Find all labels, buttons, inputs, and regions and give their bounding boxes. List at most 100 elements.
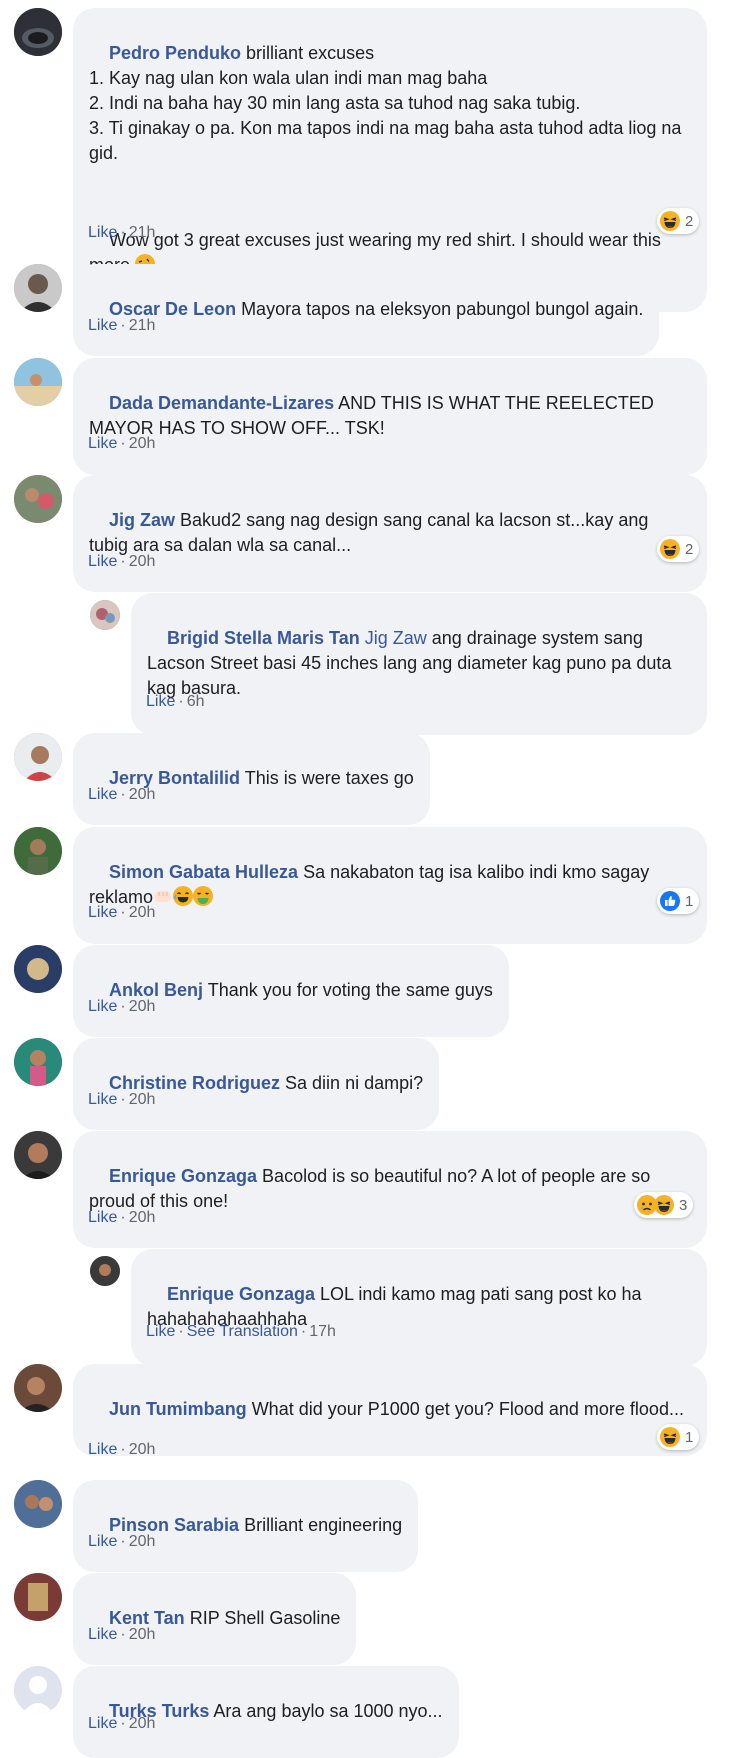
- avatar[interactable]: [14, 358, 62, 406]
- comment-author[interactable]: Brigid Stella Maris Tan: [167, 628, 360, 648]
- like-link[interactable]: Like: [88, 224, 117, 241]
- haha-icon: [654, 1195, 674, 1215]
- comment-actions: Like · 21h: [88, 224, 156, 241]
- see-translation-link[interactable]: See Translation: [187, 1323, 298, 1340]
- comment-time[interactable]: 17h: [309, 1323, 336, 1340]
- reaction-summary[interactable]: 1: [657, 888, 700, 914]
- comment-actions: Like · 6h: [146, 693, 205, 710]
- comment-text: Ara ang baylo sa 1000 nyo...: [209, 1701, 443, 1721]
- comment-text: Mayora tapos na eleksyon pabungol bungol…: [236, 299, 644, 319]
- comment-actions: Like · 20h: [88, 786, 156, 803]
- comment-time[interactable]: 20h: [129, 904, 156, 921]
- comment-time[interactable]: 20h: [129, 1441, 156, 1458]
- reaction-summary[interactable]: 2: [657, 208, 700, 234]
- reaction-count: 1: [685, 892, 694, 910]
- haha-icon: [660, 539, 680, 559]
- avatar[interactable]: [14, 1573, 62, 1621]
- comment-bubble: Jerry Bontalilid This is were taxes go: [73, 733, 430, 825]
- like-link[interactable]: Like: [88, 1533, 117, 1550]
- avatar[interactable]: [14, 1131, 62, 1179]
- comment-actions: Like · 20h: [88, 553, 156, 570]
- comment-time[interactable]: 20h: [129, 1209, 156, 1226]
- comment-bubble: Ankol Benj Thank you for voting the same…: [73, 945, 509, 1037]
- comment-bubble: Oscar De Leon Mayora tapos na eleksyon p…: [73, 264, 660, 356]
- haha-icon: [660, 211, 680, 231]
- comment-author[interactable]: Jig Zaw: [109, 510, 175, 530]
- like-link[interactable]: Like: [88, 998, 117, 1015]
- comment-text: Thank you for voting the same guys: [203, 980, 493, 1000]
- like-link[interactable]: Like: [88, 1441, 117, 1458]
- like-link[interactable]: Like: [88, 435, 117, 452]
- comment-bubble: Jun Tumimbang What did your P1000 get yo…: [73, 1364, 707, 1456]
- comment-bubble: Jig Zaw Bakud2 sang nag design sang cana…: [73, 475, 707, 592]
- avatar[interactable]: [14, 264, 62, 312]
- avatar[interactable]: [14, 945, 62, 993]
- comment-author[interactable]: Dada Demandante-Lizares: [109, 393, 334, 413]
- comment-bubble: Christine Rodriguez Sa diin ni dampi?: [73, 1038, 440, 1130]
- comment-time[interactable]: 20h: [129, 1626, 156, 1643]
- avatar[interactable]: [90, 600, 120, 630]
- like-link[interactable]: Like: [146, 1323, 175, 1340]
- comment-bubble: Simon Gabata Hulleza Sa nakabaton tag is…: [73, 827, 707, 944]
- comment-actions: Like · 20h: [88, 1533, 156, 1550]
- comment-bubble: Dada Demandante-Lizares AND THIS IS WHAT…: [73, 358, 707, 475]
- comment-time[interactable]: 6h: [187, 693, 205, 710]
- like-link[interactable]: Like: [88, 904, 117, 921]
- avatar[interactable]: [90, 1256, 120, 1286]
- mention-link[interactable]: Jig Zaw: [365, 628, 427, 648]
- reaction-summary[interactable]: 3: [634, 1192, 694, 1218]
- like-link[interactable]: Like: [146, 693, 175, 710]
- like-link[interactable]: Like: [88, 1091, 117, 1108]
- comment-text: This is were taxes go: [240, 768, 414, 788]
- comment-author[interactable]: Jun Tumimbang: [109, 1399, 247, 1419]
- like-link[interactable]: Like: [88, 1626, 117, 1643]
- avatar[interactable]: [14, 827, 62, 875]
- comment-author[interactable]: Enrique Gonzaga: [167, 1284, 315, 1304]
- avatar[interactable]: [14, 475, 62, 523]
- like-link[interactable]: Like: [88, 553, 117, 570]
- comment-actions: Like · 20h: [88, 1715, 156, 1732]
- haha-icon: [660, 1427, 680, 1447]
- comment-time[interactable]: 20h: [129, 435, 156, 452]
- comment-author[interactable]: Enrique Gonzaga: [109, 1166, 257, 1186]
- comment-text: RIP Shell Gasoline: [184, 1608, 341, 1628]
- comment-actions: Like · See Translation · 17h: [146, 1323, 336, 1340]
- comment-actions: Like · 20h: [88, 998, 156, 1015]
- comment-time[interactable]: 20h: [129, 1715, 156, 1732]
- comment-time[interactable]: 20h: [129, 553, 156, 570]
- comment-author[interactable]: Simon Gabata Hulleza: [109, 862, 298, 882]
- avatar[interactable]: [14, 8, 62, 56]
- reaction-count: 2: [685, 540, 694, 558]
- comment-author[interactable]: Pedro Penduko: [109, 43, 241, 63]
- like-link[interactable]: Like: [88, 1715, 117, 1732]
- comment-time[interactable]: 20h: [129, 1091, 156, 1108]
- avatar[interactable]: [14, 733, 62, 781]
- comment-bubble: Enrique Gonzaga LOL indi kamo mag pati s…: [131, 1249, 707, 1366]
- reaction-summary[interactable]: 1: [657, 1424, 700, 1450]
- avatar[interactable]: [14, 1038, 62, 1086]
- like-link[interactable]: Like: [88, 317, 117, 334]
- comment-actions: Like · 20h: [88, 904, 156, 921]
- vomit-emoji-icon: [193, 886, 214, 906]
- reaction-count: 1: [685, 1428, 694, 1446]
- reaction-summary[interactable]: 2: [657, 536, 700, 562]
- comment-bubble: Kent Tan RIP Shell Gasoline: [73, 1573, 357, 1665]
- default-avatar-icon[interactable]: [14, 1666, 62, 1714]
- comment-actions: Like · 20h: [88, 1441, 156, 1458]
- comment-time[interactable]: 20h: [129, 1533, 156, 1550]
- comment-actions: Like · 21h: [88, 317, 156, 334]
- comment-text: Brilliant engineering: [239, 1515, 403, 1535]
- comment-time[interactable]: 21h: [129, 317, 156, 334]
- fist-emoji-icon: [153, 886, 173, 906]
- comment-actions: Like · 20h: [88, 1209, 156, 1226]
- like-link[interactable]: Like: [88, 1209, 117, 1226]
- avatar[interactable]: [14, 1480, 62, 1528]
- comment-time[interactable]: 21h: [129, 224, 156, 241]
- avatar[interactable]: [14, 1364, 62, 1412]
- like-link[interactable]: Like: [88, 786, 117, 803]
- comment-time[interactable]: 20h: [129, 998, 156, 1015]
- comment-time[interactable]: 20h: [129, 786, 156, 803]
- comment-text: What did your P1000 get you? Flood and m…: [246, 1399, 684, 1419]
- comment-bubble: Brigid Stella Maris Tan Jig Zaw ang drai…: [131, 593, 707, 735]
- comment-bubble: Turks Turks Ara ang baylo sa 1000 nyo...: [73, 1666, 459, 1758]
